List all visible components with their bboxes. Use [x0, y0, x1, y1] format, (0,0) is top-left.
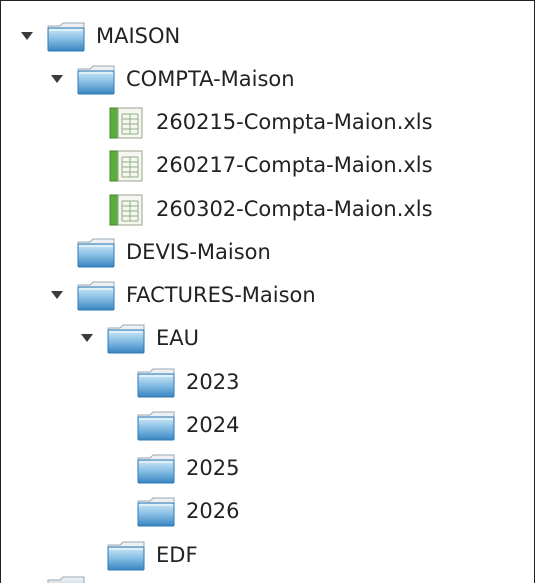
folder-icon: [77, 65, 115, 95]
folder-icon: [47, 22, 85, 52]
tree-item-file[interactable]: 260217-Compta-Maion.xls: [1, 147, 534, 185]
tree-item-compta-maison[interactable]: COMPTA-Maison: [1, 61, 534, 99]
folder-icon: [77, 238, 115, 268]
tree-item-2023[interactable]: 2023: [1, 364, 534, 402]
expand-arrow-icon[interactable]: [51, 291, 63, 299]
tree-item-2025[interactable]: 2025: [1, 450, 534, 488]
tree-item-label: 260217-Compta-Maion.xls: [156, 153, 433, 177]
spreadsheet-icon: [109, 194, 143, 226]
folder-icon: [137, 368, 175, 398]
tree-item-2024[interactable]: 2024: [1, 407, 534, 445]
tree-item-label: 2026: [186, 499, 240, 523]
folder-icon: [77, 281, 115, 311]
tree-item-label: DEVIS-Maison: [126, 240, 271, 264]
expand-arrow-icon[interactable]: [21, 32, 33, 40]
tree-item-label: 2024: [186, 413, 240, 437]
tree-item-devis-maison[interactable]: DEVIS-Maison: [1, 234, 534, 272]
tree-item-label: 2023: [186, 370, 240, 394]
folder-icon: [107, 324, 145, 354]
tree-item-maison[interactable]: MAISON: [1, 18, 534, 56]
tree-item-eau[interactable]: EAU: [1, 320, 534, 358]
tree-item-file[interactable]: 260302-Compta-Maion.xls: [1, 191, 534, 229]
tree-item-edf[interactable]: EDF: [1, 537, 534, 575]
tree-item-factures-maison[interactable]: FACTURES-Maison: [1, 277, 534, 315]
folder-icon: [107, 541, 145, 571]
expand-arrow-icon[interactable]: [81, 334, 93, 342]
tree-item-label: MAISON: [96, 24, 181, 48]
tree-item-label: 260302-Compta-Maion.xls: [156, 197, 433, 221]
tree-item-2026[interactable]: 2026: [1, 493, 534, 531]
folder-icon: [137, 411, 175, 441]
spreadsheet-icon: [109, 107, 143, 139]
folder-icon: [137, 454, 175, 484]
tree-item-label: EAU: [156, 326, 200, 350]
file-tree: MAISON COMPTA-Maison 260215-Compta-Maion…: [0, 0, 535, 583]
folder-icon: [47, 576, 85, 583]
spreadsheet-icon: [109, 150, 143, 182]
tree-item-label: FACTURES-Maison: [126, 283, 316, 307]
tree-item-label: COMPTA-Maison: [126, 67, 295, 91]
tree-item-label: 260215-Compta-Maion.xls: [156, 110, 433, 134]
tree-item-label: 2025: [186, 456, 240, 480]
folder-icon: [137, 497, 175, 527]
tree-item-file[interactable]: 260215-Compta-Maion.xls: [1, 104, 534, 142]
expand-arrow-icon[interactable]: [51, 75, 63, 83]
tree-item-label: EDF: [156, 543, 198, 567]
